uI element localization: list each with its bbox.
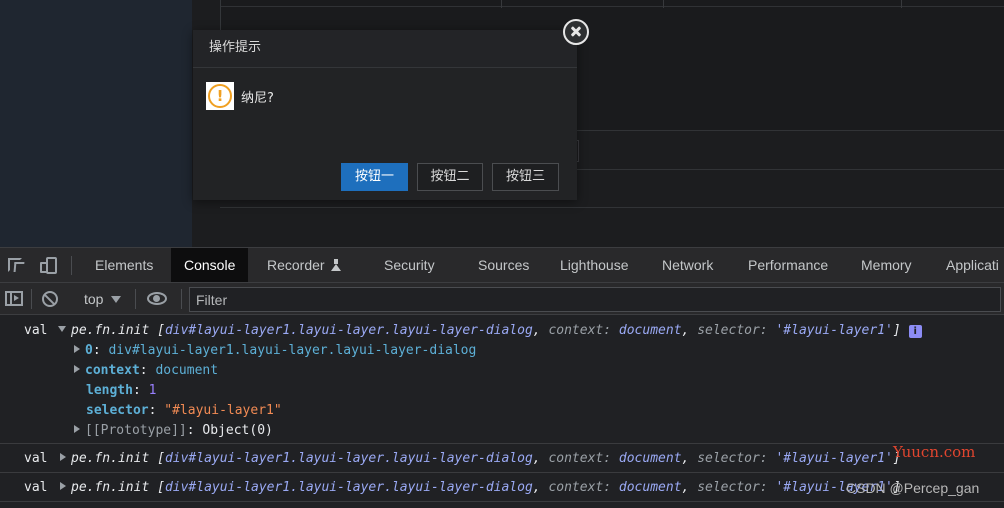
- object-summary[interactable]: pe.fn.init [div#layui-layer1.layui-layer…: [60, 449, 901, 469]
- close-icon[interactable]: [563, 19, 589, 45]
- context-selector[interactable]: top: [84, 287, 122, 311]
- table-column-line: [663, 0, 664, 8]
- tab-recorder[interactable]: Recorder: [267, 248, 341, 282]
- chevron-down-icon: [111, 296, 122, 303]
- property-row[interactable]: context: document: [74, 361, 218, 381]
- expand-triangle-icon[interactable]: [74, 425, 80, 433]
- dialog-button-2[interactable]: 按钮二: [417, 163, 483, 191]
- dialog-button-3[interactable]: 按钮三: [492, 163, 559, 191]
- table-column-line: [501, 0, 502, 8]
- tab-performance[interactable]: Performance: [748, 248, 828, 282]
- inspect-element-icon[interactable]: [2, 248, 32, 282]
- expand-triangle-icon[interactable]: [74, 345, 80, 353]
- show-sidebar-icon[interactable]: [5, 291, 23, 306]
- pager-stub: [577, 140, 579, 162]
- filter-input[interactable]: [189, 287, 1001, 312]
- dialog-button-1[interactable]: 按钮一: [341, 163, 408, 191]
- tab-elements[interactable]: Elements: [95, 248, 153, 282]
- message-prefix: val: [24, 451, 48, 466]
- console-message: val pe.fn.init [div#layui-layer1.layui-l…: [0, 445, 1004, 473]
- property-row: selector: "#layui-layer1": [86, 403, 282, 418]
- expand-triangle-icon[interactable]: [60, 482, 66, 490]
- author-watermark: CSDN @Percep_gan: [846, 480, 980, 496]
- expand-triangle-icon[interactable]: [60, 453, 66, 461]
- flask-icon: [330, 259, 341, 271]
- context-value: top: [84, 291, 104, 307]
- tab-sources[interactable]: Sources: [478, 248, 529, 282]
- message-prefix: val: [24, 323, 48, 338]
- tab-application[interactable]: Applicati: [946, 248, 999, 282]
- toolbar-separator: [31, 289, 32, 309]
- toolbar-separator: [135, 289, 136, 309]
- tab-recorder-label: Recorder: [267, 257, 325, 273]
- divider-line: [220, 207, 1004, 208]
- clear-console-icon[interactable]: [42, 291, 58, 307]
- expand-triangle-icon[interactable]: [74, 365, 80, 373]
- object-summary[interactable]: pe.fn.init [div#layui-layer1.layui-layer…: [58, 321, 922, 341]
- site-watermark: Yuucn.com: [893, 443, 976, 461]
- console-message: val pe.fn.init [div#layui-layer1.layui-l…: [0, 315, 1004, 444]
- expand-triangle-icon[interactable]: [58, 326, 66, 332]
- tab-network[interactable]: Network: [662, 248, 713, 282]
- property-row[interactable]: 0: div#layui-layer1.layui-layer.layui-la…: [74, 341, 476, 361]
- toolbar-separator: [71, 256, 72, 275]
- table-column-line: [901, 0, 902, 8]
- property-row: length: 1: [86, 383, 157, 398]
- page-left-sidebar: [0, 0, 192, 247]
- tab-memory[interactable]: Memory: [861, 248, 912, 282]
- table-row-line: [221, 6, 1004, 7]
- console-toolbar: top: [0, 283, 1004, 315]
- live-expression-eye-icon[interactable]: [147, 292, 167, 305]
- device-toolbar-icon[interactable]: [34, 248, 64, 282]
- warning-icon: !: [206, 82, 234, 110]
- info-icon[interactable]: i: [908, 325, 922, 338]
- dialog-title: 操作提示: [193, 30, 577, 68]
- tab-lighthouse[interactable]: Lighthouse: [560, 248, 629, 282]
- web-page-area: 操作提示 ! 纳尼? 按钮一 按钮二 按钮三: [0, 0, 1004, 247]
- devtools-tab-bar: Elements Console Recorder Security Sourc…: [0, 247, 1004, 283]
- tab-security[interactable]: Security: [384, 248, 435, 282]
- dialog-message: 纳尼?: [241, 91, 274, 106]
- toolbar-separator: [181, 289, 182, 309]
- property-row[interactable]: [[Prototype]]: Object(0): [74, 421, 273, 441]
- object-summary[interactable]: pe.fn.init [div#layui-layer1.layui-layer…: [60, 478, 901, 498]
- message-prefix: val: [24, 480, 48, 495]
- layer-dialog: 操作提示 ! 纳尼? 按钮一 按钮二 按钮三: [193, 19, 589, 200]
- tab-console[interactable]: Console: [171, 248, 249, 282]
